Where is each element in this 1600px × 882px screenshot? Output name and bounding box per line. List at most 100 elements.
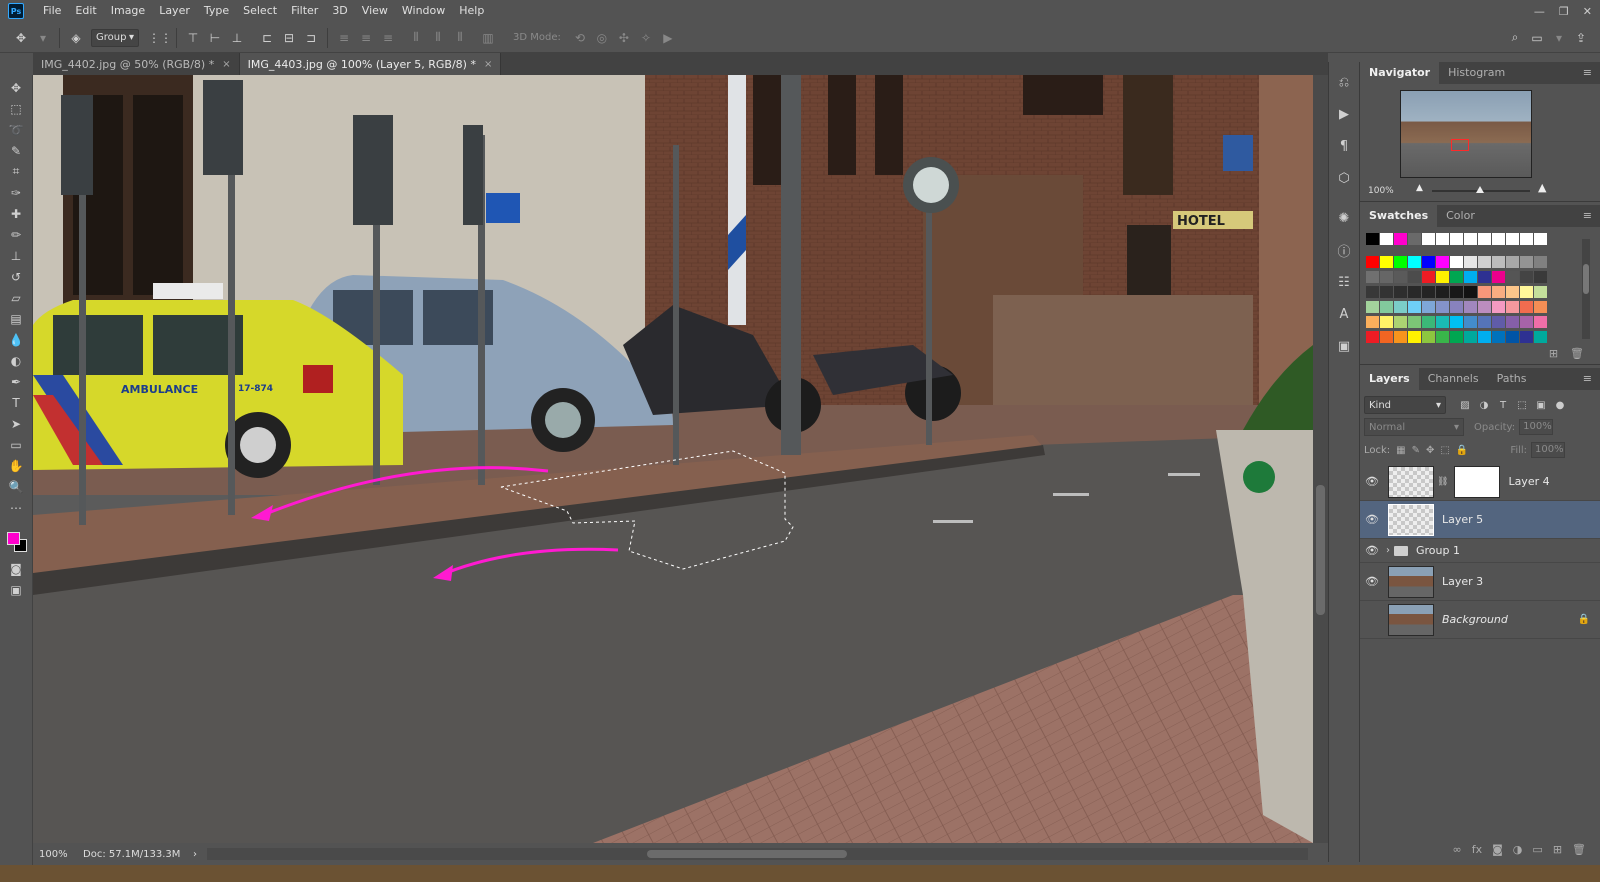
blur-tool-icon[interactable]: 💧 (4, 329, 28, 350)
opacity-field[interactable]: 100% (1519, 419, 1554, 435)
auto-select-dropdown[interactable]: Group ▾ (91, 28, 139, 47)
swatch[interactable] (1394, 331, 1407, 343)
distribute-hcenter-icon[interactable]: ⦀ (427, 27, 449, 49)
filter-smart-object-icon[interactable]: ▣ (1534, 398, 1548, 412)
swatch[interactable] (1492, 271, 1505, 283)
swatch[interactable] (1492, 233, 1505, 245)
visibility-toggle-empty[interactable]: ▫ (1360, 613, 1384, 626)
swatch[interactable] (1534, 271, 1547, 283)
swatch[interactable] (1450, 233, 1463, 245)
swatch[interactable] (1506, 286, 1519, 298)
swatch[interactable] (1478, 301, 1491, 313)
libraries-icon[interactable]: ▣ (1332, 334, 1356, 358)
swatch[interactable] (1478, 286, 1491, 298)
navigator-zoom[interactable]: 100% (1368, 186, 1394, 196)
menu-view[interactable]: View (355, 0, 395, 22)
swatch[interactable] (1492, 331, 1505, 343)
minimize-button[interactable]: — (1534, 5, 1545, 18)
swatch[interactable] (1366, 256, 1379, 268)
info-icon[interactable]: ⓘ (1332, 238, 1356, 262)
auto-select-layers-icon[interactable]: ◈ (65, 27, 87, 49)
layer-row-layer-3[interactable]: 👁 Layer 3 (1360, 563, 1600, 601)
swatch[interactable] (1464, 286, 1477, 298)
swatch[interactable] (1436, 286, 1449, 298)
zoom-in-icon[interactable]: ▲ (1538, 181, 1546, 194)
hand-tool-icon[interactable]: ✋ (4, 455, 28, 476)
align-hcenter-icon[interactable]: ⊟ (278, 27, 300, 49)
lasso-tool-icon[interactable]: ➰ (4, 119, 28, 140)
paragraph-icon[interactable]: ¶ (1332, 134, 1356, 158)
swatch[interactable] (1366, 286, 1379, 298)
swatch[interactable] (1422, 301, 1435, 313)
scroll-thumb[interactable] (1316, 485, 1325, 615)
swatch[interactable] (1422, 271, 1435, 283)
swatch[interactable] (1380, 301, 1393, 313)
swatch[interactable] (1534, 316, 1547, 328)
align-right-icon[interactable]: ⊐ (300, 27, 322, 49)
swatch[interactable] (1422, 286, 1435, 298)
close-button[interactable]: ✕ (1583, 5, 1592, 18)
swatch[interactable] (1478, 233, 1491, 245)
transform-controls-icon[interactable]: ⋮⋮ (148, 27, 172, 49)
swatch[interactable] (1394, 301, 1407, 313)
menu-help[interactable]: Help (452, 0, 491, 22)
swatch[interactable] (1464, 233, 1477, 245)
new-swatch-icon[interactable]: ⊞ (1549, 347, 1558, 360)
mask-link-icon[interactable]: ⛓ (1437, 477, 1448, 487)
swatch[interactable] (1506, 331, 1519, 343)
lock-artboard-icon[interactable]: ⬚ (1440, 445, 1449, 456)
3d-slide-icon[interactable]: ✧ (635, 27, 657, 49)
align-left-icon[interactable]: ⊏ (256, 27, 278, 49)
eraser-tool-icon[interactable]: ▱ (4, 287, 28, 308)
swatch[interactable] (1520, 286, 1533, 298)
swatch[interactable] (1422, 316, 1435, 328)
add-mask-icon[interactable]: ◙ (1492, 843, 1503, 856)
zoom-slider-knob[interactable] (1476, 186, 1484, 193)
swatch[interactable] (1394, 316, 1407, 328)
new-layer-icon[interactable]: ⊞ (1553, 843, 1562, 856)
swatch[interactable] (1380, 286, 1393, 298)
swatch[interactable] (1422, 233, 1435, 245)
distribute-right-icon[interactable]: ⦀ (449, 27, 471, 49)
more-tools-icon[interactable]: ⋯ (4, 497, 28, 518)
lock-pixels-icon[interactable]: ✎ (1412, 445, 1420, 456)
swatch[interactable] (1506, 271, 1519, 283)
swatch[interactable] (1520, 256, 1533, 268)
menu-window[interactable]: Window (395, 0, 452, 22)
swatch[interactable] (1492, 301, 1505, 313)
swatch[interactable] (1534, 301, 1547, 313)
navigator-view-box[interactable] (1451, 139, 1469, 151)
swatch[interactable] (1366, 301, 1379, 313)
swatch[interactable] (1478, 256, 1491, 268)
swatch[interactable] (1394, 271, 1407, 283)
menu-type[interactable]: Type (197, 0, 236, 22)
swatch[interactable] (1436, 271, 1449, 283)
swatch[interactable] (1422, 256, 1435, 268)
swatch[interactable] (1436, 233, 1449, 245)
layer-row-background[interactable]: ▫ Background 🔒 (1360, 601, 1600, 639)
3d-panel-icon[interactable]: ⬡ (1332, 166, 1356, 190)
swatch[interactable] (1464, 331, 1477, 343)
swatch[interactable] (1464, 316, 1477, 328)
scroll-thumb[interactable] (647, 850, 847, 858)
zoom-out-icon[interactable]: ▲ (1416, 183, 1423, 193)
link-layers-icon[interactable]: ∞ (1453, 843, 1462, 856)
brush-tool-icon[interactable]: ✏ (4, 224, 28, 245)
menu-image[interactable]: Image (104, 0, 152, 22)
filter-type-icon[interactable]: T (1496, 398, 1510, 412)
swatch[interactable] (1394, 256, 1407, 268)
swatch[interactable] (1436, 256, 1449, 268)
eyedropper-tool-icon[interactable]: ✑ (4, 182, 28, 203)
distribute-vcenter-icon[interactable]: ≡ (355, 27, 377, 49)
tab-histogram[interactable]: Histogram (1439, 62, 1514, 84)
tab-paths[interactable]: Paths (1488, 368, 1536, 390)
horizontal-scrollbar[interactable] (207, 848, 1308, 860)
pen-tool-icon[interactable]: ✒ (4, 371, 28, 392)
visibility-eye-icon[interactable]: 👁 (1360, 544, 1384, 557)
swatch[interactable] (1436, 301, 1449, 313)
panel-menu-icon[interactable]: ≡ (1583, 372, 1592, 385)
swatch[interactable] (1464, 301, 1477, 313)
menu-filter[interactable]: Filter (284, 0, 325, 22)
swatch[interactable] (1380, 331, 1393, 343)
swatch[interactable] (1380, 271, 1393, 283)
